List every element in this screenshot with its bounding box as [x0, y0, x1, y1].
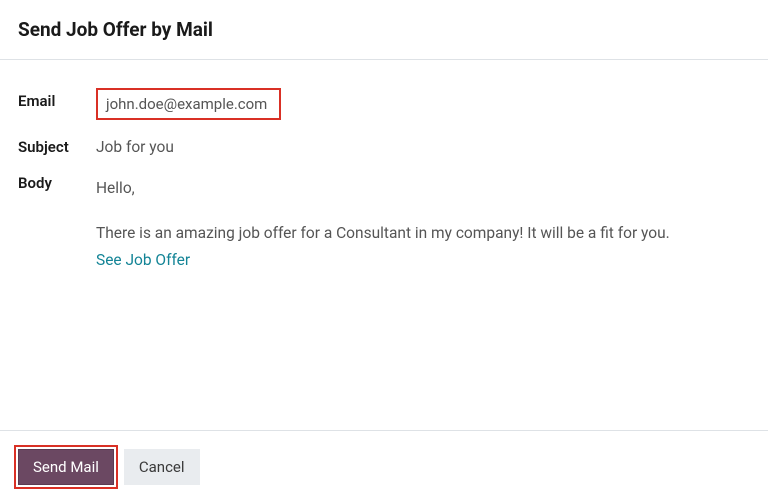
- form-area: Email john.doe@example.com Subject Job f…: [0, 60, 768, 304]
- subject-row: Subject Job for you: [18, 134, 750, 156]
- body-row: Body Hello, There is an amazing job offe…: [18, 170, 750, 272]
- send-mail-button[interactable]: Send Mail: [18, 449, 114, 485]
- subject-label: Subject: [18, 134, 96, 156]
- cancel-button[interactable]: Cancel: [124, 449, 200, 485]
- body-field[interactable]: Hello, There is an amazing job offer for…: [96, 170, 750, 272]
- email-field[interactable]: john.doe@example.com: [96, 88, 281, 120]
- email-row: Email john.doe@example.com: [18, 88, 750, 120]
- dialog-title: Send Job Offer by Mail: [18, 18, 750, 41]
- dialog-footer: Send Mail Cancel: [0, 430, 768, 503]
- email-label: Email: [18, 88, 96, 110]
- email-field-wrapper: john.doe@example.com: [96, 88, 281, 120]
- send-button-highlight: Send Mail: [14, 445, 118, 489]
- body-greeting: Hello,: [96, 176, 750, 201]
- see-job-offer-link[interactable]: See Job Offer: [96, 248, 190, 273]
- dialog-header: Send Job Offer by Mail: [0, 0, 768, 59]
- body-text: There is an amazing job offer for a Cons…: [96, 221, 750, 246]
- body-label: Body: [18, 170, 96, 192]
- subject-field[interactable]: Job for you: [96, 134, 750, 156]
